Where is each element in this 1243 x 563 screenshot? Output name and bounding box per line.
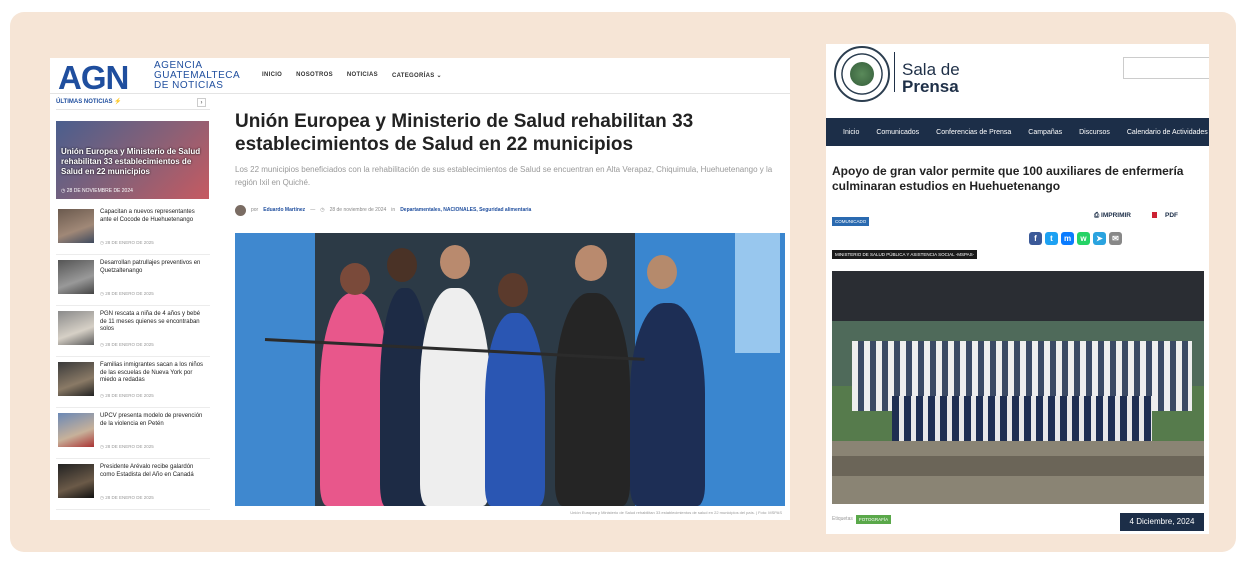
list-item[interactable]: Familias inmigrantes sacan a los niños d… — [56, 357, 210, 408]
article-title: Unión Europea y Ministerio de Salud reha… — [235, 111, 694, 155]
logo-divider — [894, 52, 895, 92]
photo-caption: Unión Europea y Ministerio de Salud reha… — [570, 510, 782, 515]
list-item[interactable]: PGN rescata a niña de 4 años y bebé de 1… — [56, 306, 210, 357]
lightning-icon: ⚡ — [114, 99, 122, 105]
article-subtitle: Los 22 municipios beneficiados con la re… — [235, 165, 773, 187]
list-item[interactable]: Desarrollan patrullajes preventivos en Q… — [56, 255, 210, 306]
latest-news-label: ÚLTIMAS NOTICIAS — [56, 99, 113, 105]
list-item-date: ◷ 28 DE ENERO DE 2025 — [100, 342, 154, 347]
publish-date: 4 Diciembre, 2024 — [1120, 513, 1204, 531]
list-item[interactable]: Capacitan a nuevos representantes ante e… — [56, 204, 210, 255]
nav-noticias[interactable]: NOTICIAS — [347, 72, 378, 79]
author-prefix: por — [251, 207, 259, 213]
author-link[interactable]: Eduardo Martínez — [263, 207, 305, 213]
search-input[interactable] — [1123, 57, 1209, 79]
news-thumbnail — [58, 413, 94, 447]
sala-de-prensa-screenshot: Sala de Prensa Inicio Comunicados Confer… — [826, 44, 1209, 534]
whatsapp-icon[interactable]: w — [1077, 232, 1090, 245]
agn-screenshot: AGN AGENCIA GUATEMALTECA DE NOTICIAS INI… — [50, 58, 790, 520]
agn-nav: INICIO NOSOTROS NOTICIAS CATEGORÍAS ⌄ — [262, 72, 442, 79]
agn-logo-text: AGENCIA GUATEMALTECA DE NOTICIAS — [154, 61, 240, 91]
nav-nosotros[interactable]: NOSOTROS — [296, 72, 333, 79]
article-photo — [832, 271, 1204, 504]
news-thumbnail — [58, 260, 94, 294]
list-item-title: UPCV presenta modelo de prevención de la… — [100, 413, 203, 427]
sala-nav: Inicio Comunicados Conferencias de Prens… — [826, 118, 1209, 146]
latest-news-header: ÚLTIMAS NOTICIAS ⚡ › — [56, 98, 210, 110]
article-meta: por Eduardo Martínez — ◷ 28 de noviembre… — [235, 203, 531, 217]
article-categories[interactable]: Departamentales, NACIONALES, Seguridad a… — [400, 207, 531, 213]
print-button[interactable]: ⎙ IMPRIMIR — [1094, 212, 1131, 220]
nav-campanas[interactable]: Campañas — [1028, 129, 1062, 136]
logo-line-3: DE NOTICIAS — [154, 80, 224, 91]
messenger-icon[interactable]: m — [1061, 232, 1074, 245]
email-icon[interactable]: ✉ — [1109, 232, 1122, 245]
article-date: 28 de noviembre de 2024 — [329, 207, 387, 213]
site-name-line-2: Prensa — [902, 77, 959, 96]
news-thumbnail — [58, 209, 94, 243]
news-thumbnail — [58, 464, 94, 498]
nav-inicio[interactable]: Inicio — [843, 129, 859, 136]
nav-comunicados[interactable]: Comunicados — [876, 129, 919, 136]
facebook-icon[interactable]: f — [1029, 232, 1042, 245]
chevron-right-icon[interactable]: › — [197, 98, 206, 107]
news-thumbnail — [58, 362, 94, 396]
list-item-title: PGN rescata a niña de 4 años y bebé de 1… — [100, 311, 201, 332]
ministry-tag: MINISTERIO DE SALUD PÚBLICA Y ASISTENCIA… — [832, 250, 978, 259]
agn-header: AGN AGENCIA GUATEMALTECA DE NOTICIAS INI… — [50, 58, 790, 97]
twitter-icon[interactable]: t — [1045, 232, 1058, 245]
pdf-button[interactable]: PDF — [1152, 212, 1178, 219]
nav-inicio[interactable]: INICIO — [262, 72, 282, 79]
featured-story-date: ◷ 28 DE NOVIEMBRE DE 2024 — [61, 188, 133, 194]
tag-badge[interactable]: FOTOGRAFÍA — [856, 515, 892, 524]
telegram-icon[interactable]: ➤ — [1093, 232, 1106, 245]
calendar-icon: ◷ — [320, 207, 325, 213]
agn-logo[interactable]: AGN — [58, 59, 129, 97]
share-buttons: f t m w ➤ ✉ — [1029, 232, 1122, 245]
printer-icon: ⎙ — [1094, 212, 1100, 219]
guatemala-seal-logo[interactable] — [834, 46, 890, 102]
list-item-date: ◷ 28 DE ENERO DE 2025 — [100, 240, 154, 245]
nav-categorias[interactable]: CATEGORÍAS ⌄ — [392, 72, 442, 79]
nav-discursos[interactable]: Discursos — [1079, 129, 1110, 136]
list-item-date: ◷ 28 DE ENERO DE 2025 — [100, 444, 154, 449]
list-item-title: Capacitan a nuevos representantes ante e… — [100, 209, 195, 223]
side-news-list: Capacitan a nuevos representantes ante e… — [56, 204, 210, 510]
list-item-date: ◷ 28 DE ENERO DE 2025 — [100, 495, 154, 500]
list-item-title: Desarrollan patrullajes preventivos en Q… — [100, 260, 201, 274]
list-item[interactable]: Presidente Arévalo recibe galardón como … — [56, 459, 210, 510]
news-thumbnail — [58, 311, 94, 345]
featured-story-title: Unión Europea y Ministerio de Salud reha… — [61, 147, 201, 176]
author-avatar — [235, 204, 246, 216]
article-photo — [235, 233, 785, 506]
category-badge[interactable]: COMUNICADO — [832, 217, 870, 226]
nav-conferencias[interactable]: Conferencias de Prensa — [936, 129, 1011, 136]
featured-story[interactable]: Unión Europea y Ministerio de Salud reha… — [56, 121, 209, 199]
nav-calendario[interactable]: Calendario de Actividades — [1127, 129, 1208, 136]
tags-label: Etiquetas — [832, 516, 853, 522]
list-item-date: ◷ 28 DE ENERO DE 2025 — [100, 393, 154, 398]
list-item[interactable]: UPCV presenta modelo de prevención de la… — [56, 408, 210, 459]
article-title: Apoyo de gran valor permite que 100 auxi… — [832, 164, 1184, 193]
list-item-title: Familias inmigrantes sacan a los niños d… — [100, 362, 204, 383]
list-item-title: Presidente Arévalo recibe galardón como … — [100, 464, 194, 478]
list-item-date: ◷ 28 DE ENERO DE 2025 — [100, 291, 154, 296]
